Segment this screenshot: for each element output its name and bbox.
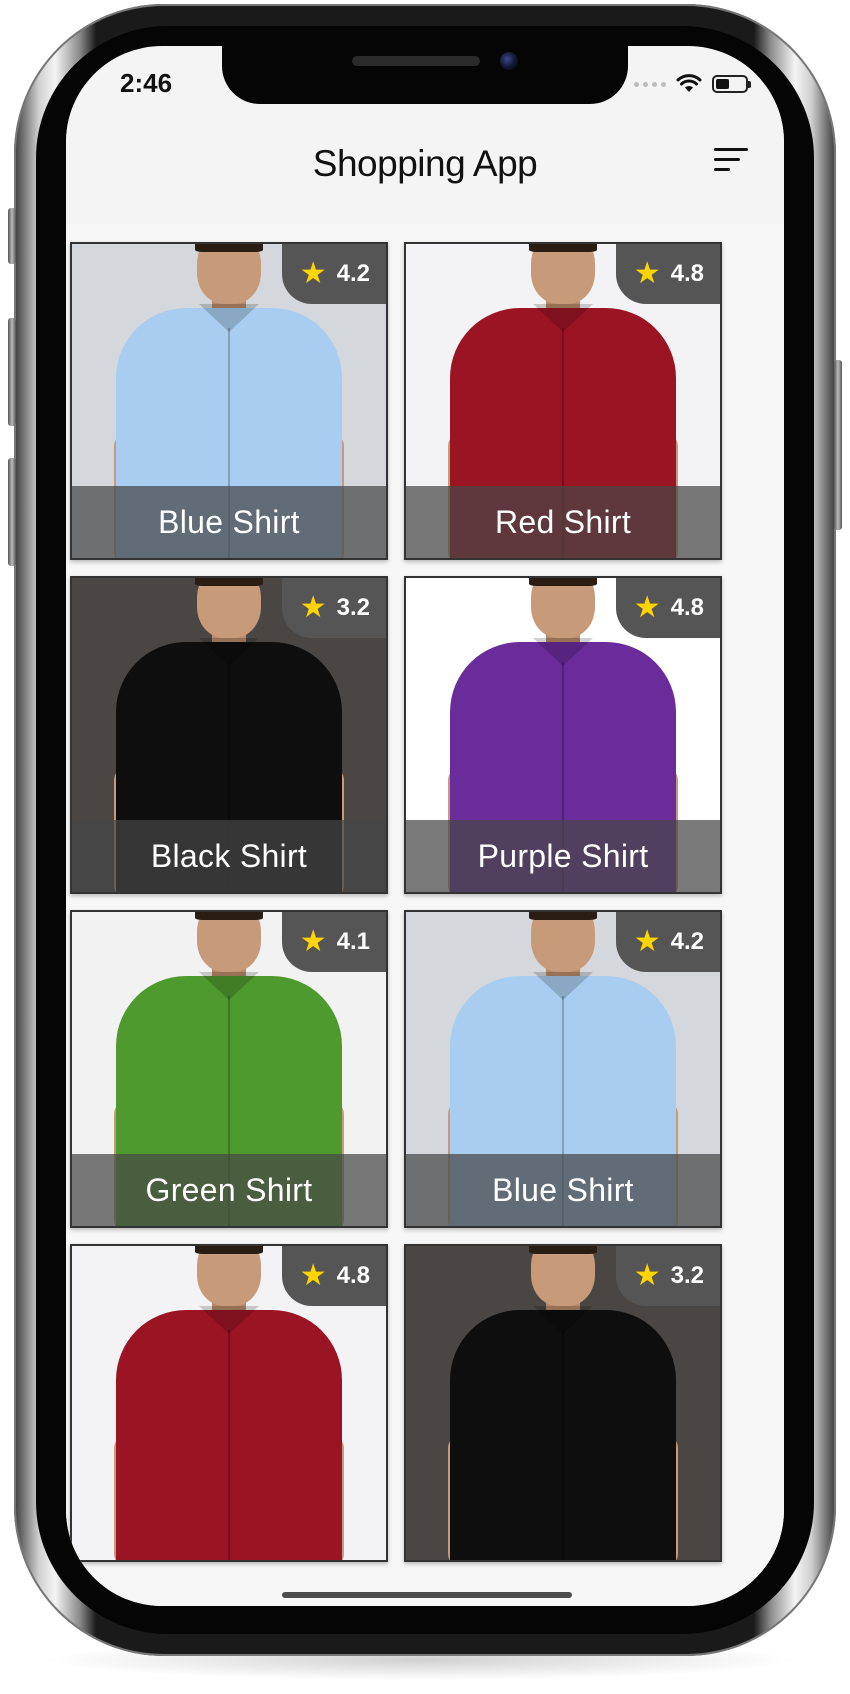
product-grid: ★ 4.2 Blue Shirt ★ 4.8 Red Shirt ★ 3.2 Black Shi… — [66, 224, 784, 1606]
shirt-collar — [563, 304, 593, 332]
product-card[interactable]: ★ 4.8 — [70, 1244, 388, 1562]
sort-lines-icon — [714, 148, 748, 151]
shirt-collar — [199, 304, 229, 332]
model-hair — [529, 1246, 597, 1254]
rating-badge: ★ 4.2 — [615, 912, 720, 972]
product-name: Red Shirt — [494, 503, 632, 540]
rating-value: 4.2 — [336, 260, 370, 287]
model-hair — [529, 578, 597, 586]
rating-badge: ★ 3.2 — [281, 578, 386, 638]
rating-badge: ★ 4.1 — [281, 912, 386, 972]
rating-value: 3.2 — [336, 594, 370, 621]
product-name: Purple Shirt — [477, 837, 649, 874]
mute-switch — [8, 208, 16, 264]
model-hair — [195, 912, 263, 920]
app-bar: Shopping App — [66, 104, 784, 224]
rating-value: 4.2 — [670, 928, 704, 955]
battery-icon — [712, 75, 751, 93]
product-caption-bar: Black Shirt — [72, 820, 386, 892]
rating-value: 3.2 — [670, 1262, 704, 1289]
product-card[interactable]: ★ 4.2 Blue Shirt — [70, 242, 388, 560]
product-caption-bar: Blue Shirt — [72, 486, 386, 558]
shirt-collar — [229, 972, 259, 1000]
star-icon: ★ — [299, 1259, 327, 1292]
product-name: Blue Shirt — [492, 1171, 634, 1208]
rating-badge: ★ 3.2 — [615, 1246, 720, 1306]
star-icon: ★ — [633, 925, 661, 958]
shirt-collar — [563, 638, 593, 666]
rating-badge: ★ 4.2 — [281, 244, 386, 304]
product-caption-bar: Green Shirt — [72, 1154, 386, 1226]
front-camera — [500, 52, 518, 70]
shirt-placket — [228, 1330, 230, 1560]
rating-badge: ★ 4.8 — [615, 578, 720, 638]
shirt-collar — [199, 638, 229, 666]
shirt-collar — [229, 638, 259, 666]
star-icon: ★ — [299, 925, 327, 958]
shirt-collar — [533, 972, 563, 1000]
product-name: Green Shirt — [145, 1171, 313, 1208]
wifi-icon — [676, 74, 702, 92]
shirt-collar — [533, 1306, 563, 1334]
battery-level — [716, 79, 729, 89]
signal-icon — [634, 81, 666, 87]
rating-badge: ★ 4.8 — [615, 244, 720, 304]
model-hair — [195, 1246, 263, 1254]
shirt-collar — [199, 1306, 229, 1334]
volume-up-button — [8, 318, 16, 426]
product-caption-bar: Blue Shirt — [406, 1154, 720, 1226]
status-time: 2:46 — [120, 68, 173, 98]
product-card[interactable]: ★ 3.2 Black Shirt — [70, 576, 388, 894]
shirt-collar — [563, 972, 593, 1000]
product-card[interactable]: ★ 4.1 Green Shirt — [70, 910, 388, 1228]
earpiece-speaker — [352, 56, 480, 66]
status-icons — [634, 74, 751, 94]
model-hair — [529, 244, 597, 252]
shirt-placket — [562, 1330, 564, 1560]
star-icon: ★ — [633, 1259, 661, 1292]
product-card[interactable]: ★ 4.8 Red Shirt — [404, 242, 722, 560]
product-card[interactable]: ★ 3.2 — [404, 1244, 722, 1562]
phone-screen: 2:46 Shopping App ★ 4.2 Blue Shirt ★ 4.8 Red — [66, 46, 784, 1606]
shirt-collar — [533, 638, 563, 666]
product-card[interactable]: ★ 4.2 Blue Shirt — [404, 910, 722, 1228]
product-caption-bar: Red Shirt — [406, 486, 720, 558]
shirt-collar — [563, 1306, 593, 1334]
shirt-collar — [199, 972, 229, 1000]
product-card[interactable]: ★ 4.8 Purple Shirt — [404, 576, 722, 894]
sort-button[interactable] — [714, 148, 754, 180]
shirt-collar — [229, 304, 259, 332]
rating-value: 4.8 — [670, 260, 704, 287]
product-name: Black Shirt — [150, 837, 308, 874]
star-icon: ★ — [299, 591, 327, 624]
volume-down-button — [8, 458, 16, 566]
home-indicator[interactable] — [282, 1592, 572, 1598]
device-mockup: 2:46 Shopping App ★ 4.2 Blue Shirt ★ 4.8 Red — [0, 0, 850, 1694]
notch — [222, 46, 628, 104]
shirt-collar — [533, 304, 563, 332]
star-icon: ★ — [633, 257, 661, 290]
product-caption-bar: Purple Shirt — [406, 820, 720, 892]
rating-value: 4.1 — [336, 928, 370, 955]
rating-value: 4.8 — [670, 594, 704, 621]
star-icon: ★ — [633, 591, 661, 624]
model-hair — [195, 244, 263, 252]
shirt-collar — [229, 1306, 259, 1334]
rating-value: 4.8 — [336, 1262, 370, 1289]
product-name: Blue Shirt — [158, 503, 300, 540]
model-hair — [195, 578, 263, 586]
rating-badge: ★ 4.8 — [281, 1246, 386, 1306]
power-button — [834, 360, 842, 530]
star-icon: ★ — [299, 257, 327, 290]
model-hair — [529, 912, 597, 920]
app-title: Shopping App — [312, 143, 538, 184]
